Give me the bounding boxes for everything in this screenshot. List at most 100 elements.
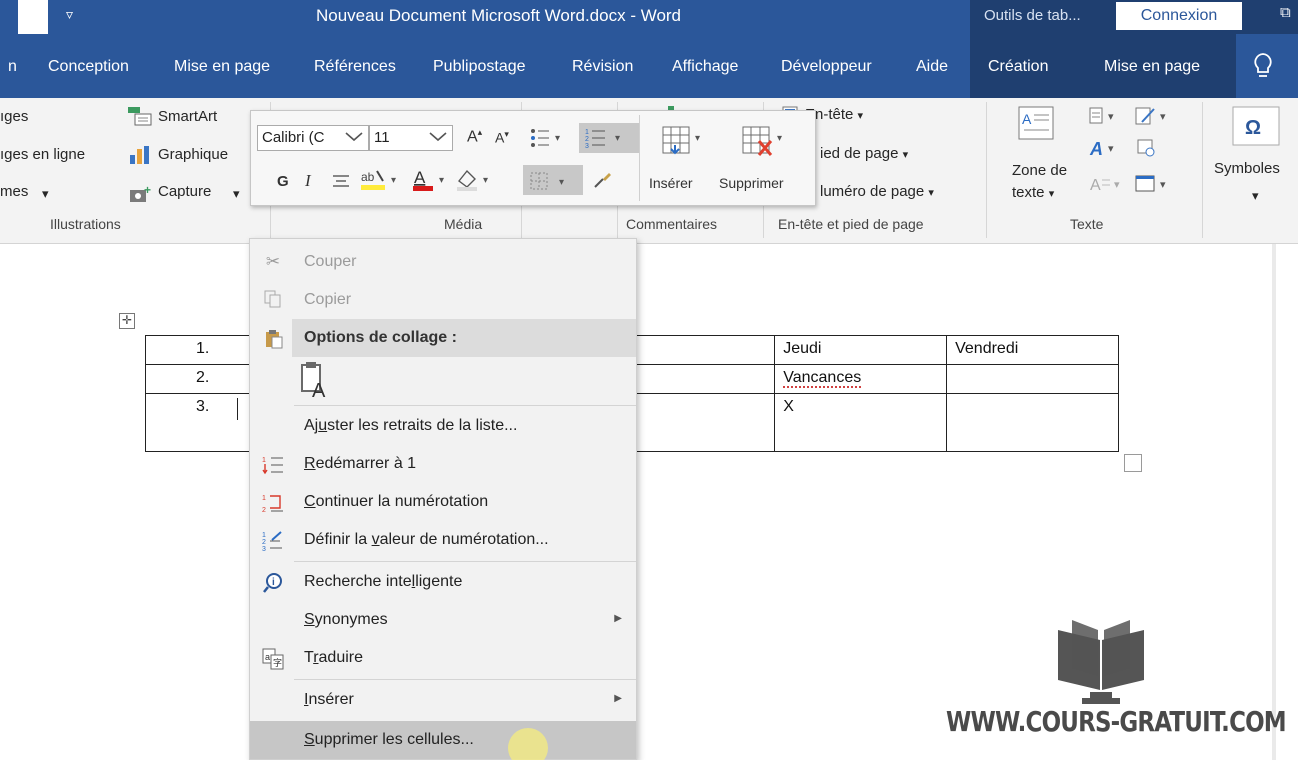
tab-developpeur[interactable]: Développeur (781, 58, 872, 76)
ribbon-display-options-icon[interactable]: ⧉ (1280, 4, 1291, 21)
table-move-handle-icon[interactable]: ✛ (119, 313, 135, 329)
capture-dropdown-icon[interactable]: ▾ (233, 186, 240, 202)
textbox-button[interactable]: texte ▾ (1012, 184, 1054, 201)
menu-item-set-numbering-value[interactable]: 123 Définir la valeur de numérotation... (250, 521, 636, 559)
delete-table-icon[interactable]: ▾ (741, 125, 791, 164)
textbox-label-line1[interactable]: Zone de (1012, 162, 1067, 179)
svg-text:▾: ▾ (1114, 179, 1120, 191)
center-align-icon[interactable] (331, 173, 351, 196)
numbering-icon[interactable]: 1 2 3 ▾ (585, 127, 631, 154)
font-size-dropdown-icon[interactable] (427, 125, 449, 150)
wordart-icon[interactable]: A ▾ (1088, 138, 1124, 163)
svg-text:A: A (312, 380, 326, 399)
shapes-button[interactable]: mes (0, 183, 28, 200)
borders-icon[interactable]: ▾ (529, 171, 575, 196)
svg-text:2: 2 (262, 507, 266, 514)
svg-text:1: 1 (262, 532, 266, 539)
bullets-icon[interactable]: ▾ (529, 127, 565, 154)
insert-table-icon[interactable]: ▾ (661, 125, 709, 164)
quick-parts-icon[interactable]: ▾ (1088, 106, 1124, 131)
drop-cap-icon[interactable]: A ▾ (1088, 174, 1124, 199)
table-cell[interactable] (946, 364, 1119, 394)
shrink-font-icon[interactable]: A▾ (495, 129, 509, 146)
svg-text:ab: ab (361, 170, 375, 184)
shading-icon[interactable]: ▾ (455, 167, 495, 198)
font-name-dropdown-icon[interactable] (343, 125, 365, 152)
date-time-icon[interactable] (1136, 138, 1156, 163)
paste-icon (264, 329, 284, 354)
menu-item-insert[interactable]: Insérer ▶ (250, 681, 636, 719)
signin-button[interactable]: Connexion (1116, 2, 1242, 30)
italic-button[interactable]: I (305, 171, 311, 191)
online-images-button[interactable]: ıges en ligne (0, 146, 85, 163)
group-label-media: Média (444, 216, 483, 232)
svg-text:i: i (272, 577, 275, 588)
images-button[interactable]: ıges (0, 108, 28, 125)
menu-header-paste-options: Options de collage : (292, 319, 636, 357)
menu-item-translate[interactable]: a字 Traduire (250, 639, 636, 677)
menu-item-delete-cells[interactable]: Supprimer les cellules... (250, 721, 636, 759)
menu-item-cut[interactable]: ✂ Couper (250, 243, 636, 281)
svg-text:▾: ▾ (391, 175, 396, 186)
tab-affichage[interactable]: Affichage (672, 58, 738, 76)
svg-text:▾: ▾ (559, 177, 564, 188)
table-cell[interactable]: X (774, 393, 948, 452)
page-number-button[interactable]: luméro de page ▾ (820, 183, 934, 200)
tab-insertion[interactable]: n (0, 48, 40, 98)
symbols-dropdown-icon[interactable]: ▾ (1252, 188, 1259, 204)
menu-item-copy[interactable]: Copier (250, 281, 636, 319)
tab-publipostage[interactable]: Publipostage (433, 58, 526, 76)
table-resize-handle[interactable] (1124, 454, 1142, 472)
tell-me-lightbulb-icon[interactable] (1252, 52, 1282, 82)
screenshot-button[interactable]: Capture (158, 183, 211, 200)
omega-symbol-icon[interactable]: Ω (1232, 106, 1280, 151)
tab-creation[interactable]: Création (988, 58, 1048, 76)
svg-text:A: A (1022, 111, 1032, 127)
svg-text:1: 1 (585, 129, 589, 136)
smartart-button[interactable]: SmartArt (158, 108, 217, 125)
table-cell[interactable]: Jeudi (774, 335, 948, 365)
table-cell[interactable] (946, 393, 1119, 452)
signature-line-icon[interactable]: ▾ (1134, 106, 1174, 131)
footer-button[interactable]: ied de page ▾ (820, 145, 908, 162)
tab-conception[interactable]: Conception (48, 58, 129, 76)
grow-font-icon[interactable]: A▴ (467, 127, 482, 146)
group-label-comments: Commentaires (626, 216, 718, 232)
insert-table-label[interactable]: Insérer (649, 175, 693, 191)
tab-mise-en-page[interactable]: Mise en page (174, 58, 270, 76)
shapes-dropdown-icon[interactable]: ▾ (42, 186, 49, 202)
paste-keep-text-only-icon[interactable]: A (300, 361, 334, 404)
table-tools-title: Outils de tab... (984, 7, 1081, 24)
menu-item-restart-at-1[interactable]: 1 Redémarrer à 1 (250, 445, 636, 483)
delete-table-label[interactable]: Supprimer (719, 175, 784, 191)
menu-item-synonyms[interactable]: Synonymes ▶ (250, 601, 636, 639)
format-painter-icon[interactable] (591, 169, 613, 196)
document-title: Nouveau Document Microsoft Word.docx - W… (316, 6, 682, 25)
svg-text:▾: ▾ (483, 175, 488, 186)
table-cell[interactable]: Vendredi (946, 335, 1119, 365)
menu-item-continue-numbering[interactable]: 12 Continuer la numérotation (250, 483, 636, 521)
table-cell[interactable]: Vancances (774, 364, 948, 394)
symbols-button[interactable]: Symboles (1214, 160, 1280, 177)
tab-references[interactable]: Références (314, 58, 396, 76)
smart-lookup-icon: i (262, 572, 284, 594)
context-menu: ✂ Couper Copier Options de collage : A A… (249, 238, 637, 760)
highlight-color-icon[interactable]: ab ▾ (359, 167, 405, 198)
tab-aide[interactable]: Aide (916, 58, 948, 76)
submenu-arrow-icon: ▶ (614, 693, 622, 704)
svg-text:▾: ▾ (555, 133, 560, 144)
tab-revision[interactable]: Révision (572, 58, 633, 76)
menu-item-adjust-list-indents[interactable]: Ajuster les retraits de la liste... (250, 407, 636, 445)
menu-item-smart-lookup[interactable]: i Recherche intelligente (250, 563, 636, 601)
object-icon[interactable]: ▾ (1134, 174, 1174, 199)
vertical-scrollbar[interactable] (1272, 244, 1276, 760)
svg-text:▾: ▾ (439, 175, 444, 186)
svg-text:A: A (1090, 177, 1101, 194)
tab-table-layout[interactable]: Mise en page (1104, 58, 1200, 76)
svg-text:3: 3 (585, 143, 589, 149)
bold-button[interactable]: G (277, 173, 289, 190)
quick-access-toolbar[interactable] (18, 0, 48, 34)
chart-button[interactable]: Graphique (158, 146, 228, 163)
font-color-icon[interactable]: A ▾ (411, 167, 451, 198)
customize-quick-access-icon[interactable]: ▿ (66, 6, 73, 23)
